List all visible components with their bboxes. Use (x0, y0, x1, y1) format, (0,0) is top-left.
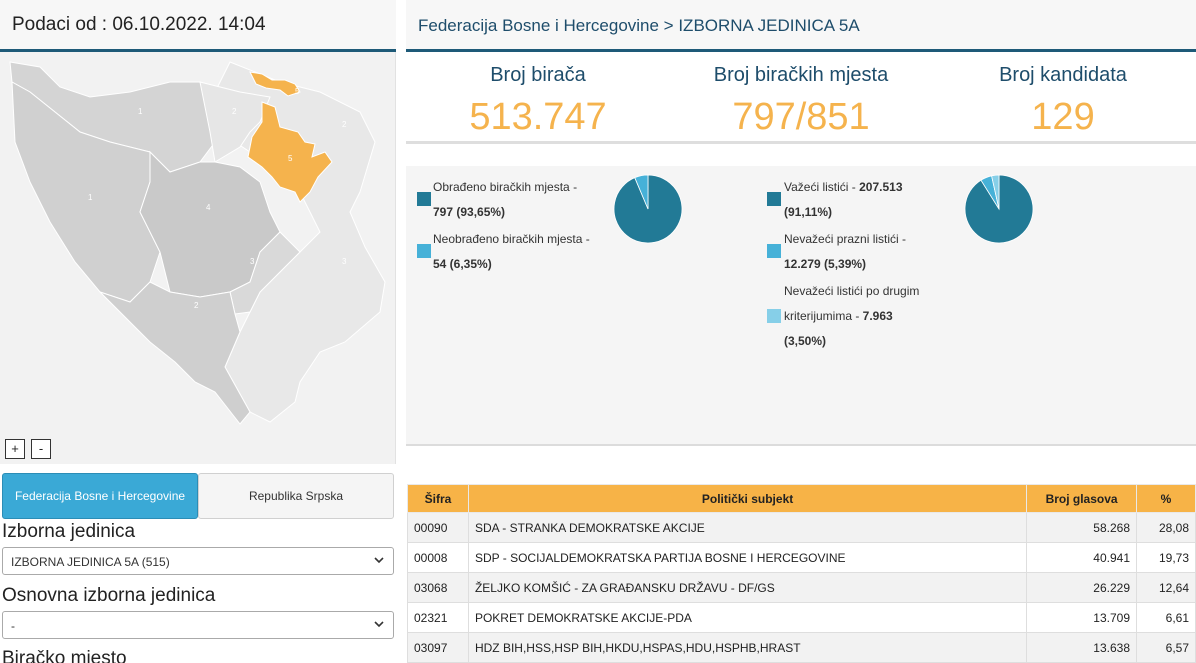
legend-text: Neobrađeno biračkih mjesta - (433, 232, 590, 246)
legend-text: Važeći listići - (784, 180, 860, 194)
map-label: 5 (288, 154, 293, 163)
left-header: Podaci od : 06.10.2022. 14:04 (0, 0, 396, 52)
legend-processed: Obrađeno biračkih mjesta - 797 (93,65%) (433, 175, 577, 225)
pie-chart-ballots (964, 174, 1034, 244)
map-label: 1 (138, 107, 143, 116)
legend-swatch-invalid-other (767, 309, 781, 323)
cell-votes: 40.941 (1026, 542, 1137, 573)
map-label: 2 (232, 107, 237, 116)
legend-valid: Važeći listići - 207.513 (91,11%) (784, 175, 903, 225)
legend-text: Nevažeći prazni listići - (784, 232, 907, 246)
legend-invalid-other: Nevažeći listići po drugim kriterijumima… (784, 279, 919, 354)
col-header-party[interactable]: Politički subjekt (467, 484, 1028, 513)
map-panel: 1 2 5 2 5 1 4 3 3 2 + - (0, 52, 396, 464)
biracko-mjesto-label: Biračko mjesto (2, 648, 127, 663)
zoom-in-button[interactable]: + (5, 439, 25, 459)
legend-value: 797 (93,65%) (433, 205, 506, 219)
table-row[interactable]: 02321 POKRET DEMOKRATSKE AKCIJE-PDA 13.709… (407, 602, 1196, 633)
map-label: 3 (250, 257, 255, 266)
map-region-2-south[interactable] (99, 281, 251, 425)
table-row[interactable]: 03097 HDZ BIH,HSS,HSP BIH,HKDU,HSPAS,HDU,… (407, 632, 1196, 663)
cell-party: HDZ BIH,HSS,HSP BIH,HKDU,HSPAS,HDU,HSPHB… (467, 632, 1028, 663)
right-header: Federacija Bosne i Hercegovine > IZBORNA… (406, 0, 1196, 52)
legend-value: (91,11%) (784, 205, 833, 219)
table-header-row: Šifra Politički subjekt Broj glasova % (407, 484, 1196, 513)
cell-votes: 13.709 (1026, 602, 1137, 633)
page: Podaci od : 06.10.2022. 14:04 1 2 5 2 5 … (0, 0, 1196, 663)
stat-label: Broj birača (490, 64, 586, 86)
izborna-jedinica-value: IZBORNA JEDINICA 5A (515) (11, 555, 170, 569)
map-label: 4 (206, 203, 211, 212)
stat-label: Broj kandidata (999, 64, 1127, 86)
cell-votes: 26.229 (1026, 572, 1137, 603)
cell-percent: 6,61 (1136, 602, 1196, 633)
col-header-votes[interactable]: Broj glasova (1026, 484, 1137, 513)
legend-value: 7.963 (862, 309, 893, 323)
izborna-jedinica-select[interactable]: IZBORNA JEDINICA 5A (515) (2, 547, 394, 575)
chevron-down-icon (374, 621, 384, 628)
table-row[interactable]: 00090 SDA - STRANKA DEMOKRATSKE AKCIJE 58.… (407, 512, 1196, 543)
summary-panel: Obrađeno biračkih mjesta - 797 (93,65%) … (406, 166, 1196, 446)
legend-swatch-valid (767, 192, 781, 206)
stat-value: 513.747 (469, 96, 607, 138)
osnovna-izborna-jedinica-select[interactable]: - (2, 611, 394, 639)
stat-value: 797/851 (732, 96, 870, 138)
cell-code: 03068 (407, 572, 469, 603)
cell-code: 00090 (407, 512, 469, 543)
table-row[interactable]: 03068 ŽELJKO KOMŠIĆ - ZA GRAĐANSKU DRŽAVU… (407, 572, 1196, 603)
legend-swatch-invalid-empty (767, 244, 781, 258)
map-label: 1 (88, 193, 93, 202)
legend-swatch-unprocessed (417, 244, 431, 258)
breadcrumb: Federacija Bosne i Hercegovine > IZBORNA… (418, 16, 860, 35)
stat-label: Broj biračkih mjesta (713, 64, 889, 86)
cell-percent: 19,73 (1136, 542, 1196, 573)
bih-map[interactable]: 1 2 5 2 5 1 4 3 3 2 (0, 52, 396, 464)
tab-federacija[interactable]: Federacija Bosne i Hercegovine (2, 473, 198, 519)
cell-party: POKRET DEMOKRATSKE AKCIJE-PDA (467, 602, 1028, 633)
cell-percent: 28,08 (1136, 512, 1196, 543)
legend-text: Nevažeći listići po drugim (784, 284, 920, 298)
cell-code: 02321 (407, 602, 469, 633)
legend-unprocessed: Neobrađeno biračkih mjesta - 54 (6,35%) (433, 227, 590, 277)
izborna-jedinica-label: Izborna jedinica (2, 521, 136, 542)
results-table: Šifra Politički subjekt Broj glasova % 0… (407, 484, 1196, 663)
stat-value: 129 (1031, 96, 1095, 138)
tab-republika-srpska[interactable]: Republika Srpska (198, 473, 394, 519)
map-label: 5 (295, 87, 300, 96)
map-label: 2 (194, 301, 199, 310)
legend-value: (3,50%) (784, 334, 827, 348)
osnovna-izborna-jedinica-label: Osnovna izborna jedinica (2, 585, 216, 606)
osnovna-izborna-jedinica-value: - (11, 619, 15, 633)
cell-percent: 12,64 (1136, 572, 1196, 603)
legend-value: 54 (6,35%) (433, 257, 492, 271)
cell-party: SDP - SOCIJALDEMOKRATSKA PARTIJA BOSNE I… (467, 542, 1028, 573)
chevron-down-icon (374, 557, 384, 564)
legend-value: 12.279 (5,39%) (784, 257, 867, 271)
col-header-code[interactable]: Šifra (407, 484, 469, 513)
cell-percent: 6,57 (1136, 632, 1196, 663)
stats-panel: Broj birača 513.747 Broj biračkih mjesta… (406, 52, 1196, 144)
legend-text: kriterijumima - (784, 309, 863, 323)
cell-party: SDA - STRANKA DEMOKRATSKE AKCIJE (467, 512, 1028, 543)
pie-chart-polling-stations (613, 174, 683, 244)
col-header-percent[interactable]: % (1136, 484, 1196, 513)
cell-votes: 13.638 (1026, 632, 1137, 663)
cell-party: ŽELJKO KOMŠIĆ - ZA GRAĐANSKU DRŽAVU - DF… (467, 572, 1028, 603)
cell-code: 03097 (407, 632, 469, 663)
table-row[interactable]: 00008 SDP - SOCIJALDEMOKRATSKA PARTIJA BO… (407, 542, 1196, 573)
data-timestamp: Podaci od : 06.10.2022. 14:04 (12, 14, 266, 35)
cell-votes: 58.268 (1026, 512, 1137, 543)
legend-value: 207.513 (859, 180, 903, 194)
zoom-out-button[interactable]: - (31, 439, 51, 459)
legend-text: Obrađeno biračkih mjesta - (433, 180, 578, 194)
map-label: 3 (342, 257, 347, 266)
map-label: 2 (342, 120, 347, 129)
legend-invalid-empty: Nevažeći prazni listići - 12.279 (5,39%) (784, 227, 906, 277)
cell-code: 00008 (407, 542, 469, 573)
legend-swatch-processed (417, 192, 431, 206)
